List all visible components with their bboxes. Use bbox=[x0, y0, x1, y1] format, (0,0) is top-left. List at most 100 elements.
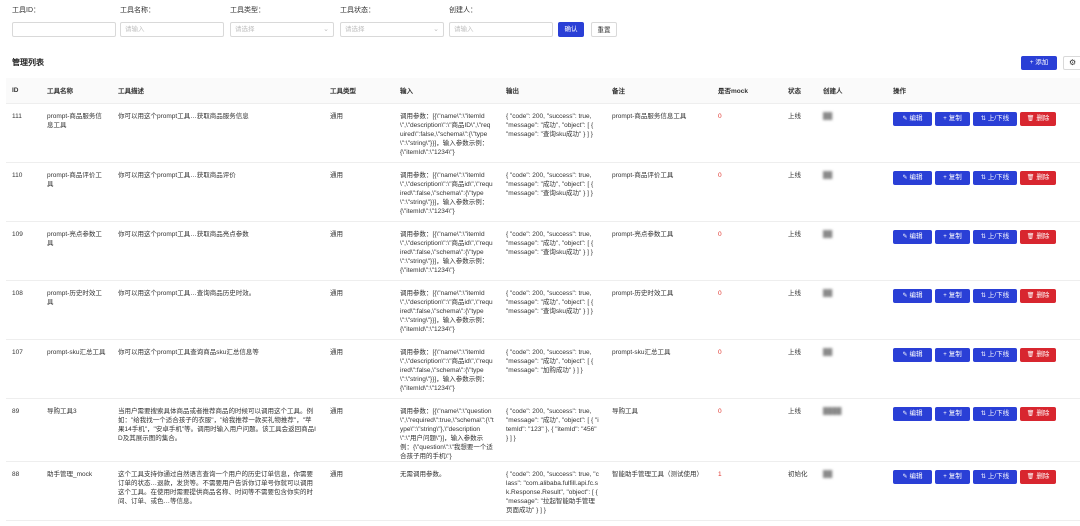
swap-icon: ⇅ bbox=[980, 174, 986, 181]
tool-table: ID 工具名称 工具描述 工具类型 输入 输出 备注 是否mock 状态 创建人 操作 111 pro… bbox=[6, 78, 1080, 521]
cell-note: prompt-商品评价工具 bbox=[606, 162, 712, 222]
cell-status: 上线 bbox=[782, 339, 817, 399]
status-text: 上线 bbox=[788, 230, 801, 238]
plus-icon: + bbox=[943, 473, 947, 480]
name-text: prompt-sku汇总工具 bbox=[47, 348, 106, 356]
copy-button[interactable]: + 复制 bbox=[935, 347, 970, 362]
edit-button[interactable]: ✎ 编辑 bbox=[893, 347, 932, 362]
copy-button[interactable]: + 复制 bbox=[935, 229, 970, 244]
column-header: 工具名称 bbox=[41, 78, 112, 104]
edit-button[interactable]: ✎ 编辑 bbox=[893, 406, 932, 421]
edit-icon: ✎ bbox=[902, 410, 908, 417]
cell-output: { "code": 200, "success": true, "message… bbox=[500, 339, 606, 399]
cell-actions: ✎ 编辑 + 复制 ⇅ 上/下线 🗑 删除 bbox=[887, 280, 1080, 340]
cell-note: prompt-历史时效工具 bbox=[606, 280, 712, 340]
copy-button-label: 复制 bbox=[948, 409, 962, 417]
cell-input: 调用参数：[{\"name\":\"question\",\"required\… bbox=[394, 398, 500, 462]
delete-button[interactable]: 🗑 删除 bbox=[1020, 406, 1056, 421]
copy-button[interactable]: + 复制 bbox=[935, 288, 970, 303]
cell-mock: 0 bbox=[712, 398, 782, 462]
cell-actions: ✎ 编辑 + 复制 ⇅ 上/下线 🗑 删除 bbox=[887, 461, 1080, 521]
copy-button[interactable]: + 复制 bbox=[935, 406, 970, 421]
type-text: 通用 bbox=[330, 348, 343, 356]
edit-button[interactable]: ✎ 编辑 bbox=[893, 229, 932, 244]
shelf-toggle-button-label: 上/下线 bbox=[987, 173, 1010, 181]
cell-type: 通用 bbox=[324, 103, 394, 163]
confirm-button[interactable]: 确认 bbox=[558, 22, 584, 37]
cell-desc: 你可以用这个prompt工具…获取商品评价 bbox=[112, 162, 324, 222]
edit-button[interactable]: ✎ 编辑 bbox=[893, 469, 932, 484]
type-text: 通用 bbox=[330, 289, 343, 297]
shelf-toggle-button[interactable]: ⇅ 上/下线 bbox=[973, 170, 1017, 185]
status-text: 上线 bbox=[788, 407, 801, 415]
edit-button-label: 编辑 bbox=[909, 114, 923, 122]
output-text: { "code": 200, "success": true, "message… bbox=[506, 348, 594, 374]
reset-button[interactable]: 重置 bbox=[591, 22, 617, 37]
shelf-toggle-button[interactable]: ⇅ 上/下线 bbox=[973, 469, 1017, 484]
creator-text: ██ bbox=[823, 230, 833, 238]
note-text: prompt-商品服务信息工具 bbox=[612, 112, 687, 120]
shelf-toggle-button[interactable]: ⇅ 上/下线 bbox=[973, 288, 1017, 303]
filter-creator: 创建人： 请输入 bbox=[449, 6, 553, 37]
status-text: 初始化 bbox=[788, 470, 808, 478]
tool-id-input[interactable] bbox=[12, 22, 116, 37]
cell-output: { "code": 200, "success": true, "message… bbox=[500, 221, 606, 281]
desc-text: 你可以用这个prompt工具…获取商品评价 bbox=[118, 171, 236, 179]
table-row: 108 prompt-历史时效工具 你可以用这个prompt工具…查询商品历史时效。… bbox=[6, 280, 1080, 340]
delete-button[interactable]: 🗑 删除 bbox=[1020, 347, 1056, 362]
shelf-toggle-button[interactable]: ⇅ 上/下线 bbox=[973, 229, 1017, 244]
delete-button[interactable]: 🗑 删除 bbox=[1020, 229, 1056, 244]
delete-button[interactable]: 🗑 删除 bbox=[1020, 111, 1056, 126]
status-text: 上线 bbox=[788, 171, 801, 179]
cell-desc: 你可以用这个prompt工具查询商品sku汇总信息等 bbox=[112, 339, 324, 399]
delete-button[interactable]: 🗑 删除 bbox=[1020, 288, 1056, 303]
mock-text: 0 bbox=[718, 289, 722, 297]
copy-button[interactable]: + 复制 bbox=[935, 469, 970, 484]
edit-button[interactable]: ✎ 编辑 bbox=[893, 111, 932, 126]
id-text: 89 bbox=[12, 407, 20, 415]
shelf-toggle-button[interactable]: ⇅ 上/下线 bbox=[973, 406, 1017, 421]
shelf-toggle-button[interactable]: ⇅ 上/下线 bbox=[973, 111, 1017, 126]
cell-creator: ██ bbox=[817, 162, 887, 222]
input-text: 调用参数：[{\"name\":\"itemId\",\"description… bbox=[400, 112, 491, 156]
edit-button[interactable]: ✎ 编辑 bbox=[893, 288, 932, 303]
mock-text: 1 bbox=[718, 470, 722, 478]
desc-text: 这个工具支持你通过自然语言查询一个用户的历史订单信息，你需要订单的状态…退款，发… bbox=[118, 470, 313, 505]
copy-button[interactable]: + 复制 bbox=[935, 111, 970, 126]
name-text: 导购工具3 bbox=[47, 407, 77, 415]
creator-input[interactable]: 请输入 bbox=[449, 22, 553, 37]
settings-button[interactable]: ⚙ bbox=[1063, 56, 1080, 70]
add-button[interactable]: + 添加 bbox=[1021, 56, 1057, 70]
cell-type: 通用 bbox=[324, 280, 394, 340]
delete-button[interactable]: 🗑 删除 bbox=[1020, 170, 1056, 185]
tool-type-select[interactable]: 请选择 ⌄ bbox=[230, 22, 334, 37]
delete-button-label: 删除 bbox=[1036, 472, 1050, 480]
id-text: 108 bbox=[12, 289, 23, 297]
filter-tool-type: 工具类型： 请选择 ⌄ bbox=[230, 6, 334, 37]
note-text: prompt-历史时效工具 bbox=[612, 289, 674, 297]
input-text: 调用参数：[{\"name\":\"itemId\",\"description… bbox=[400, 171, 493, 215]
cell-mock: 0 bbox=[712, 280, 782, 340]
cell-actions: ✎ 编辑 + 复制 ⇅ 上/下线 🗑 删除 bbox=[887, 398, 1080, 462]
name-text: prompt-商品服务信息工具 bbox=[47, 112, 102, 129]
tool-status-select[interactable]: 请选择 ⌄ bbox=[340, 22, 444, 37]
plus-icon: + bbox=[943, 292, 947, 299]
cell-creator: ████ bbox=[817, 398, 887, 462]
delete-button-label: 删除 bbox=[1036, 350, 1050, 358]
type-text: 通用 bbox=[330, 407, 343, 415]
plus-icon: + bbox=[943, 115, 947, 122]
delete-button[interactable]: 🗑 删除 bbox=[1020, 469, 1056, 484]
filter-bar: 工具ID： 工具名称： 请输入 工具类型： 请选择 ⌄ 工具状态： 请选择 ⌄ 创建… bbox=[12, 6, 1072, 42]
filter-tool-status: 工具状态： 请选择 ⌄ bbox=[340, 6, 444, 37]
desc-text: 当用户需要搜索具体商品或者推荐商品的时候可以调用这个工具。例如："给我找一个适合… bbox=[118, 407, 316, 442]
type-text: 通用 bbox=[330, 230, 343, 238]
edit-button[interactable]: ✎ 编辑 bbox=[893, 170, 932, 185]
tool-name-input[interactable]: 请输入 bbox=[120, 22, 224, 37]
note-text: 智能助手管理工具（测试使用） bbox=[612, 470, 703, 478]
shelf-toggle-button[interactable]: ⇅ 上/下线 bbox=[973, 347, 1017, 362]
creator-text: ██ bbox=[823, 171, 833, 179]
swap-icon: ⇅ bbox=[980, 233, 986, 240]
copy-button[interactable]: + 复制 bbox=[935, 170, 970, 185]
cell-id: 107 bbox=[6, 339, 41, 399]
edit-icon: ✎ bbox=[902, 233, 908, 240]
